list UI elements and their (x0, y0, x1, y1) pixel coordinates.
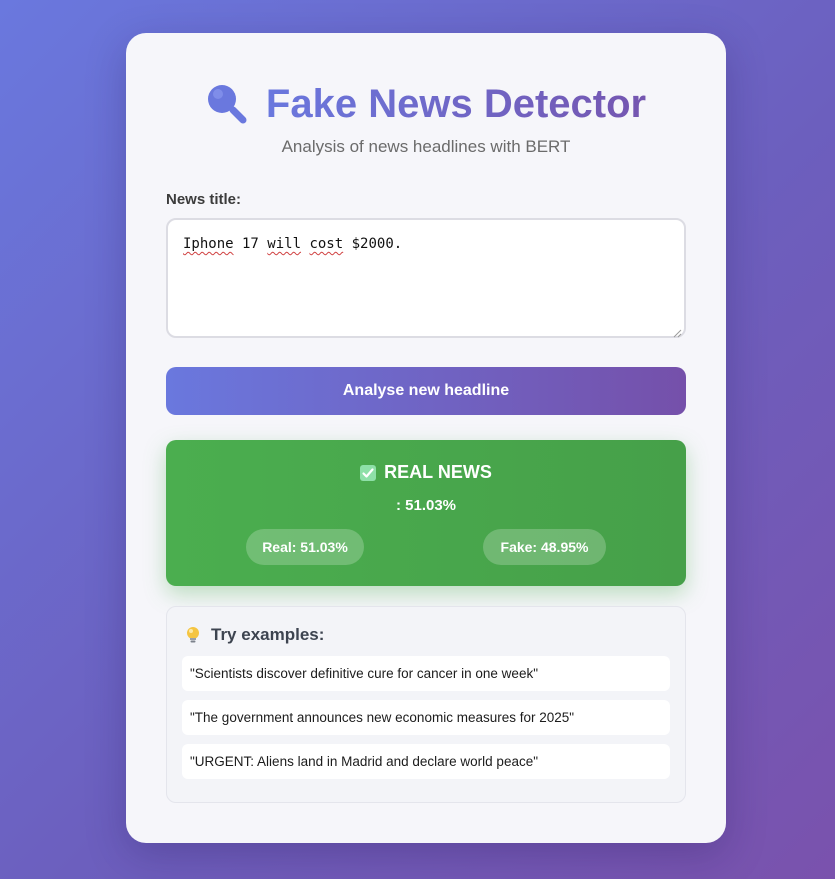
example-item[interactable]: "The government announces new economic m… (182, 700, 670, 735)
examples-title: Try examples: (211, 625, 325, 644)
news-title-label: News title: (166, 191, 242, 208)
detector-card: Fake News Detector Analysis of news head… (126, 33, 726, 843)
misspelled-word: Iphone (183, 236, 234, 252)
analyse-button[interactable]: Analyse new headline (166, 367, 686, 415)
verdict: REAL NEWS (166, 462, 686, 483)
page-title: Fake News Detector (265, 81, 647, 126)
misspelled-word: cost (309, 236, 344, 252)
result-panel: REAL NEWS : 51.03% Real: 51.03% Fake: 48… (166, 440, 686, 586)
header: Fake News Detector (126, 79, 726, 129)
resize-grip-icon[interactable] (673, 325, 682, 338)
examples-panel: Try examples: "Scientists discover defin… (166, 606, 686, 803)
news-title-input[interactable]: Iphone 17 will cost $2000. (166, 218, 686, 338)
magnifier-icon (206, 83, 248, 125)
fake-score-badge: Fake: 48.95% (483, 529, 606, 565)
example-item[interactable]: "Scientists discover definitive cure for… (182, 656, 670, 691)
confidence-value: : 51.03% (395, 497, 457, 514)
real-score-badge: Real: 51.03% (246, 529, 364, 565)
news-title-text: Iphone 17 will cost $2000. (183, 236, 403, 252)
examples-heading: Try examples: (185, 625, 324, 645)
check-icon (360, 464, 377, 481)
page-subtitle: Analysis of news headlines with BERT (281, 137, 571, 156)
misspelled-word: will (267, 236, 302, 252)
verdict-label: REAL NEWS (384, 462, 492, 482)
example-item[interactable]: "URGENT: Aliens land in Madrid and decla… (182, 744, 670, 779)
lightbulb-icon (185, 626, 201, 644)
